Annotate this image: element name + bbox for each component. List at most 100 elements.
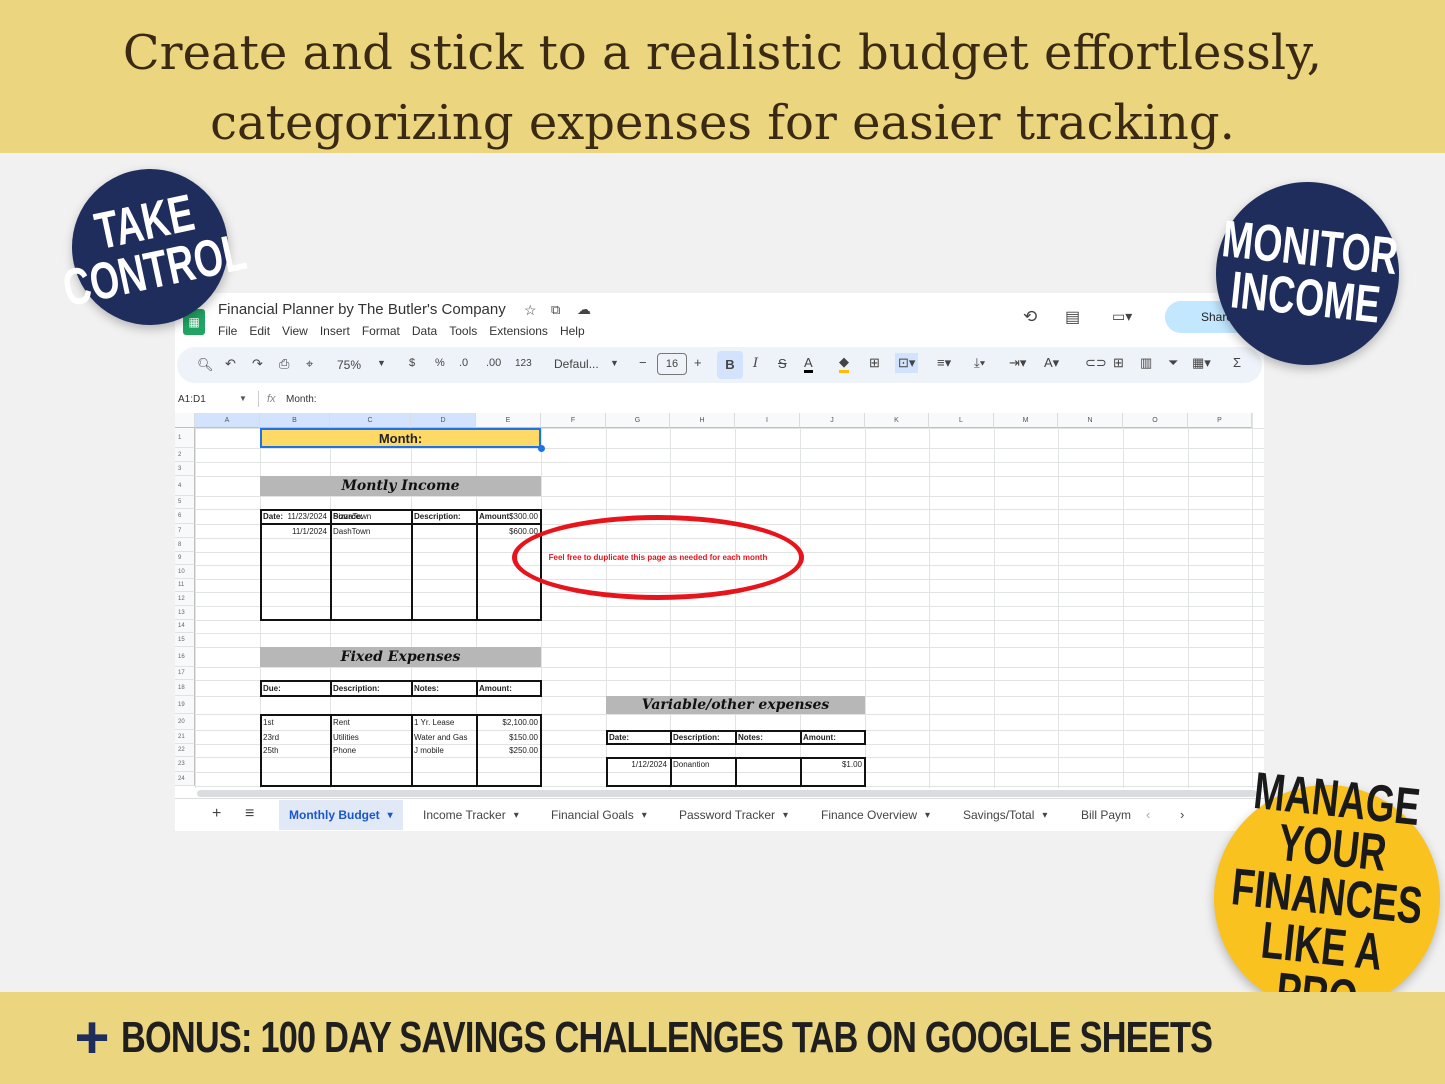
column-header-h[interactable]: H xyxy=(670,413,735,428)
table-cell[interactable]: Rent xyxy=(330,714,411,730)
table-cell[interactable]: 23rd xyxy=(260,730,330,744)
table-divider xyxy=(411,509,413,620)
row-header[interactable]: 19 xyxy=(175,696,195,714)
sheet-tab[interactable]: Savings/Total ▾ xyxy=(953,800,1057,830)
plus-icon: + xyxy=(74,1004,110,1071)
row-header[interactable]: 12 xyxy=(175,592,195,606)
column-header-j[interactable]: J xyxy=(800,413,865,428)
gridline xyxy=(195,448,1264,449)
column-header-n[interactable]: N xyxy=(1058,413,1123,428)
column-header-c[interactable]: C xyxy=(330,413,411,428)
add-sheet-icon[interactable]: + xyxy=(212,805,221,823)
table-cell[interactable]: 11/23/2024 xyxy=(260,509,330,524)
sheet-tab[interactable]: Monthly Budget ▾ xyxy=(279,800,403,830)
horizontal-scrollbar[interactable] xyxy=(197,790,1257,797)
column-header-g[interactable]: G xyxy=(606,413,670,428)
table-cell[interactable]: 1st xyxy=(260,714,330,730)
table-header-cell[interactable]: Notes: xyxy=(735,730,800,744)
column-header-o[interactable]: O xyxy=(1123,413,1188,428)
sheet-tab[interactable]: Financial Goals ▾ xyxy=(541,800,657,830)
table-header-cell[interactable]: Description: xyxy=(330,680,411,696)
table-cell[interactable]: $2,100.00 xyxy=(476,714,541,730)
row-header[interactable]: 24 xyxy=(175,772,195,786)
table-cell[interactable]: Phone xyxy=(330,744,411,757)
row-header[interactable]: 22 xyxy=(175,744,195,757)
row-header[interactable]: 9 xyxy=(175,552,195,565)
sheet-tab[interactable]: Finance Overview ▾ xyxy=(811,800,940,830)
chevron-down-icon[interactable]: ▾ xyxy=(388,810,393,821)
table-cell[interactable]: 1 Yr. Lease xyxy=(411,714,476,730)
row-header[interactable]: 4 xyxy=(175,476,195,496)
row-header[interactable]: 10 xyxy=(175,565,195,579)
row-header[interactable]: 16 xyxy=(175,647,195,667)
column-header-m[interactable]: M xyxy=(994,413,1058,428)
row-header[interactable]: 11 xyxy=(175,579,195,592)
bottom-banner: + BONUS: 100 DAY SAVINGS CHALLENGES TAB … xyxy=(0,992,1445,1084)
table-header-cell[interactable]: Notes: xyxy=(411,680,476,696)
table-header-cell[interactable]: Description: xyxy=(670,730,735,744)
row-header[interactable]: 23 xyxy=(175,757,195,772)
table-header-cell[interactable]: Amount: xyxy=(800,730,865,744)
sheet-tab[interactable]: Bill Paym xyxy=(1071,800,1141,830)
table-cell[interactable]: 1/12/2024 xyxy=(606,757,670,772)
row-header[interactable]: 1 xyxy=(175,428,195,448)
table-cell[interactable]: $250.00 xyxy=(476,744,541,757)
cell-grid[interactable]: A B C D E F G H I J K L M N O P 1 2 3 4 5 6 7 8 9 10 11 12 13 14 15 16 1… xyxy=(175,293,1264,793)
row-header[interactable]: 13 xyxy=(175,606,195,620)
row-header[interactable]: 2 xyxy=(175,448,195,462)
table-header-cell[interactable]: Date: xyxy=(606,730,670,744)
table-cell[interactable]: J mobile xyxy=(411,744,476,757)
scroll-tabs-right-icon[interactable]: › xyxy=(1180,807,1184,822)
sheet-tab[interactable]: Password Tracker ▾ xyxy=(669,800,798,830)
chevron-down-icon[interactable]: ▾ xyxy=(1042,810,1047,821)
column-header-k[interactable]: K xyxy=(865,413,929,428)
headline-line-1: Create and stick to a realistic budget e… xyxy=(122,25,1323,81)
table-cell[interactable]: $1.00 xyxy=(800,757,865,772)
column-header-f[interactable]: F xyxy=(541,413,606,428)
column-header-i[interactable]: I xyxy=(735,413,800,428)
table-header-cell[interactable]: Amount: xyxy=(476,680,541,696)
table-cell[interactable]: PizzaTown xyxy=(330,509,411,524)
column-header-p[interactable]: P xyxy=(1188,413,1252,428)
month-cell[interactable]: Month: xyxy=(260,428,541,448)
tab-label: Finance Overview xyxy=(821,808,918,822)
selection-handle[interactable] xyxy=(538,445,545,452)
table-header-cell[interactable]: Description: xyxy=(411,509,476,524)
column-header-a[interactable]: A xyxy=(195,413,260,428)
table-cell[interactable]: 25th xyxy=(260,744,330,757)
table-cell[interactable]: 11/1/2024 xyxy=(260,524,330,538)
column-header-l[interactable]: L xyxy=(929,413,994,428)
table-cell[interactable]: DashTown xyxy=(330,524,411,538)
chevron-down-icon[interactable]: ▾ xyxy=(642,810,647,821)
column-header-d[interactable]: D xyxy=(411,413,476,428)
row-header[interactable]: 17 xyxy=(175,667,195,680)
select-all-corner[interactable] xyxy=(175,413,195,428)
chevron-down-icon[interactable]: ▾ xyxy=(783,810,788,821)
column-header-e[interactable]: E xyxy=(476,413,541,428)
chevron-down-icon[interactable]: ▾ xyxy=(925,810,930,821)
divider xyxy=(175,798,1264,799)
row-header[interactable]: 5 xyxy=(175,496,195,509)
row-header[interactable]: 3 xyxy=(175,462,195,476)
row-header[interactable]: 21 xyxy=(175,730,195,744)
row-header[interactable]: 6 xyxy=(175,509,195,524)
row-header[interactable]: 7 xyxy=(175,524,195,538)
table-cell[interactable]: Utilities xyxy=(330,730,411,744)
row-header[interactable]: 20 xyxy=(175,714,195,730)
row-header[interactable]: 8 xyxy=(175,538,195,552)
gridline xyxy=(195,462,1264,463)
table-cell[interactable]: $300.00 xyxy=(476,509,541,524)
row-header[interactable]: 14 xyxy=(175,620,195,633)
scroll-tabs-left-icon[interactable]: ‹ xyxy=(1146,807,1150,822)
table-cell[interactable]: Water and Gas xyxy=(411,730,476,744)
row-header[interactable]: 15 xyxy=(175,633,195,647)
tab-label: Monthly Budget xyxy=(289,808,380,822)
all-sheets-icon[interactable]: ≡ xyxy=(245,805,254,823)
table-cell[interactable]: Donantion xyxy=(670,757,735,772)
row-header[interactable]: 18 xyxy=(175,680,195,696)
column-header-b[interactable]: B xyxy=(260,413,330,428)
chevron-down-icon[interactable]: ▾ xyxy=(514,810,519,821)
table-cell[interactable]: $150.00 xyxy=(476,730,541,744)
sheet-tab[interactable]: Income Tracker ▾ xyxy=(413,800,529,830)
table-header-cell[interactable]: Due: xyxy=(260,680,330,696)
